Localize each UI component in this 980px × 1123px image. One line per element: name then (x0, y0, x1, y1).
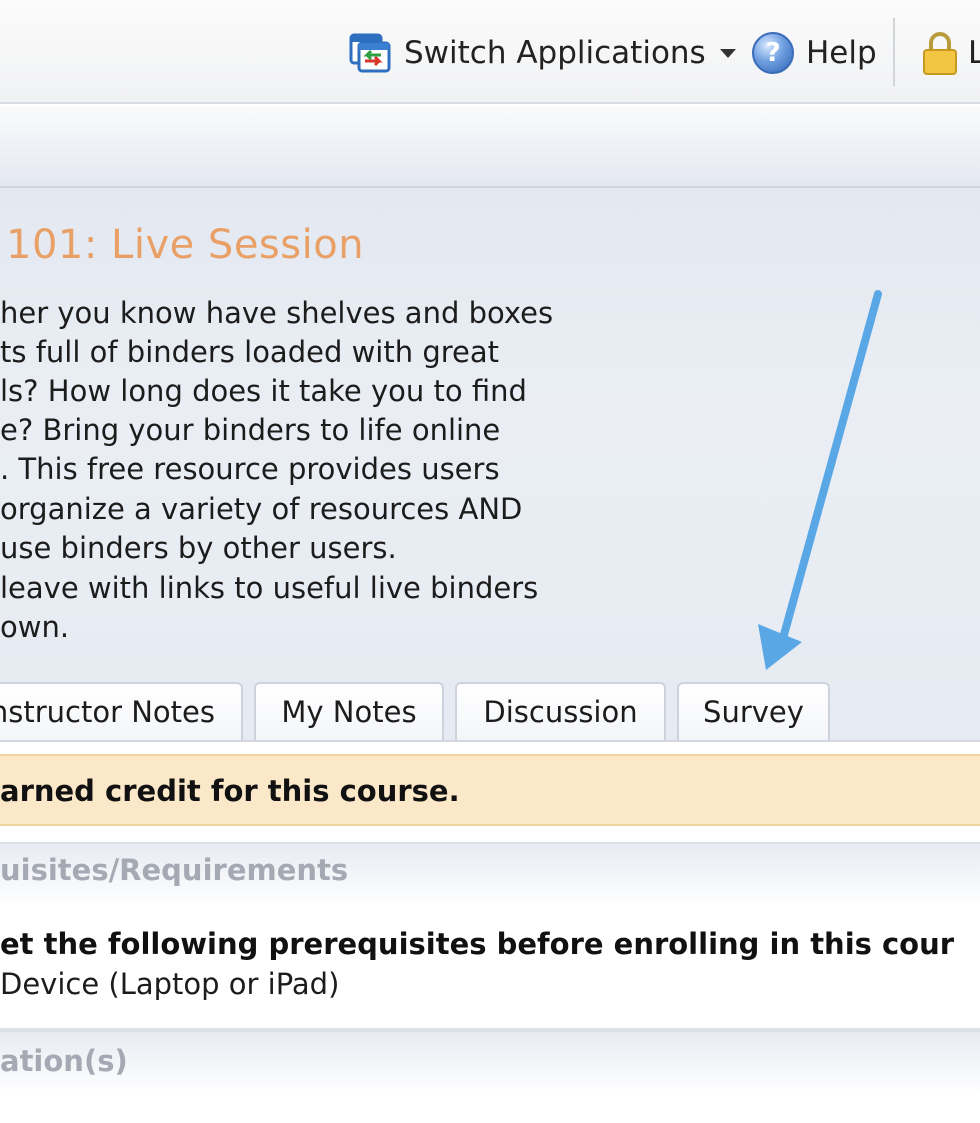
tab-my-notes[interactable]: My Notes (254, 682, 444, 740)
tab-instructor-notes[interactable]: nstructor Notes (0, 682, 243, 740)
help-link[interactable]: ? Help (752, 30, 877, 76)
prerequisite-item: Device (Laptop or iPad) (0, 967, 340, 1001)
next-section-header (0, 1030, 980, 1094)
sub-navigation-band (0, 106, 980, 188)
course-description-line: ts full of binders loaded with great (0, 335, 500, 369)
next-section-heading: ation(s) (0, 1044, 128, 1078)
top-header-bar: Switch Applications ? Help L (0, 0, 980, 104)
course-description-line: e? Bring your binders to life online (0, 413, 501, 447)
cut-off-text: · · (40, 1110, 68, 1123)
switch-applications-menu[interactable]: Switch Applications (348, 30, 736, 76)
course-description-line: leave with links to useful live binders (0, 571, 539, 605)
prerequisites-heading: uisites/Requirements (0, 853, 349, 887)
course-description-line: her you know have shelves and boxes (0, 296, 554, 330)
lock-icon[interactable] (922, 30, 958, 76)
help-label: Help (806, 35, 877, 71)
help-icon: ? (752, 32, 794, 74)
tab-survey[interactable]: Survey (677, 682, 830, 740)
tab-strip-baseline (0, 740, 980, 742)
course-description-line: ls? How long does it take you to find (0, 374, 527, 408)
annotation-arrow-icon (758, 290, 882, 670)
tab-discussion[interactable]: Discussion (455, 682, 666, 740)
switch-applications-label: Switch Applications (404, 35, 706, 71)
course-title: 101: Live Session (6, 222, 365, 268)
logout-label-fragment[interactable]: L (968, 30, 980, 76)
chevron-down-icon (719, 48, 736, 58)
course-description-line: organize a variety of resources AND (0, 492, 523, 526)
course-description-line: use binders by other users. (0, 531, 397, 565)
course-description-line: own. (0, 610, 70, 644)
switch-applications-icon (348, 31, 392, 75)
credit-status-text: arned credit for this course. (0, 774, 460, 808)
course-description-line: . This free resource provides users (0, 452, 500, 486)
prerequisites-intro: et the following prerequisites before en… (0, 927, 955, 961)
header-divider (893, 18, 895, 86)
credit-status-banner: arned credit for this course. (0, 754, 980, 826)
